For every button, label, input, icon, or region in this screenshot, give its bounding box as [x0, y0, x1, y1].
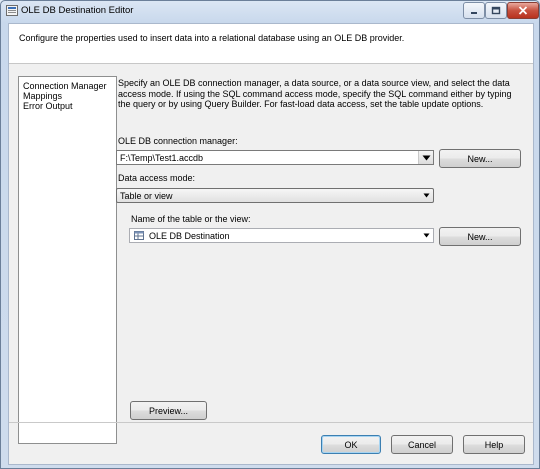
minimize-icon — [471, 11, 477, 14]
instructions-text: Specify an OLE DB connection manager, a … — [118, 78, 512, 109]
header-band: Configure the properties used to insert … — [9, 24, 533, 64]
table-name-value: OLE DB Destination — [149, 231, 230, 241]
ok-button[interactable]: OK — [321, 435, 381, 454]
maximize-icon — [491, 6, 501, 15]
nav-item-error-output[interactable]: Error Output — [23, 101, 73, 111]
chevron-down-icon[interactable] — [419, 229, 433, 242]
new-connection-button[interactable]: New... — [439, 149, 521, 168]
table-name-combo[interactable]: OLE DB Destination — [129, 228, 434, 243]
window-title: OLE DB Destination Editor — [21, 5, 134, 16]
table-name-label: Name of the table or the view: — [131, 214, 251, 224]
minimize-button[interactable] — [463, 2, 485, 19]
nav-item-connection-manager[interactable]: Connection Manager — [23, 81, 107, 91]
data-access-mode-value: Table or view — [120, 191, 173, 201]
cancel-button[interactable]: Cancel — [391, 435, 453, 454]
navigation-list[interactable]: Connection Manager Mappings Error Output — [18, 76, 117, 444]
connection-manager-label: OLE DB connection manager: — [118, 136, 238, 146]
close-icon — [518, 6, 528, 15]
new-table-button[interactable]: New... — [439, 227, 521, 246]
data-access-mode-select[interactable]: Table or view — [116, 188, 434, 203]
close-button[interactable] — [507, 2, 539, 19]
header-description: Configure the properties used to insert … — [19, 33, 405, 43]
data-access-mode-label: Data access mode: — [118, 173, 196, 183]
connection-manager-combo[interactable]: F:\Temp\Test1.accdb — [116, 150, 434, 165]
title-bar[interactable]: OLE DB Destination Editor — [1, 1, 539, 21]
preview-button[interactable]: Preview... — [130, 401, 207, 420]
maximize-button[interactable] — [485, 2, 507, 19]
nav-item-mappings[interactable]: Mappings — [23, 91, 62, 101]
dialog-client-area: Configure the properties used to insert … — [8, 23, 534, 465]
footer-divider — [9, 422, 533, 423]
help-button[interactable]: Help — [463, 435, 525, 454]
chevron-down-icon[interactable] — [418, 151, 433, 164]
chevron-down-icon — [419, 189, 433, 202]
dialog-window: OLE DB Destination Editor Configure the … — [0, 0, 540, 469]
app-icon — [6, 5, 18, 16]
connection-manager-value: F:\Temp\Test1.accdb — [120, 153, 204, 163]
table-icon — [134, 231, 144, 242]
